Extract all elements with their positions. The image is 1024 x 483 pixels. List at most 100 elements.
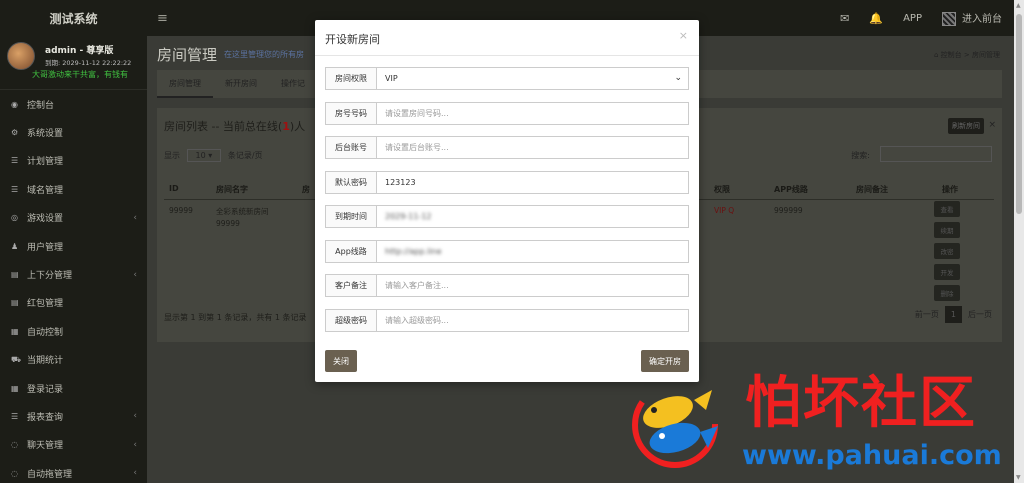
close-button[interactable]: 关闭 (325, 350, 357, 372)
renew-button[interactable]: 续期 (934, 222, 960, 238)
scroll-thumb[interactable] (1016, 14, 1022, 214)
app-line-value: http://app.line (385, 247, 442, 256)
sidebar-item[interactable]: ☰ 报表查询 ‹ (0, 402, 147, 430)
default-password-label: 默认密码 (325, 171, 376, 194)
panel-close-icon[interactable]: × (988, 120, 996, 130)
brand-logo[interactable]: 测试系统 (0, 10, 147, 27)
mail-icon[interactable]: ✉ (840, 12, 849, 25)
refresh-room-button[interactable]: 刷新房间 (948, 118, 984, 134)
page-size-value: 10 (195, 151, 206, 160)
col-permission[interactable]: 权限 (714, 184, 730, 195)
next-page-button[interactable]: 后一页 (968, 309, 992, 320)
scroll-down-arrow-icon[interactable]: ▼ (1016, 474, 1021, 481)
tab-operation-log[interactable]: 操作记 (269, 70, 317, 98)
default-password-input[interactable] (376, 171, 689, 194)
breadcrumb-home[interactable]: 控制台 (941, 51, 962, 59)
sidebar-item[interactable]: ⛟ 当期统计 (0, 346, 147, 374)
pagination: 前一页 1 后一页 (915, 306, 992, 323)
field-super-password: 超级密码 (325, 309, 689, 332)
sidebar-item-label: 自动控制 (27, 327, 64, 338)
modal-close-icon[interactable]: × (679, 29, 688, 42)
table-icon: ▦ (11, 383, 19, 393)
sidebar-item[interactable]: ☰ 计划管理 (0, 147, 147, 175)
delete-button[interactable]: 删除 (934, 285, 960, 301)
sidebar-item[interactable]: ▤ 红包管理 (0, 289, 147, 317)
cell-app-line: 999999 (774, 206, 803, 215)
top-right-actions: ✉ 🔔 APP 进入前台 (840, 0, 1002, 36)
sidebar-item[interactable]: ▦ 登录记录 (0, 374, 147, 402)
chevron-down-icon: ▾ (208, 151, 213, 160)
announcement-marquee: 大哥激动来干共富，有钱有 (32, 70, 128, 79)
scroll-up-arrow-icon[interactable]: ▲ (1016, 2, 1021, 9)
sidebar-item[interactable]: ◉ 控制台 (0, 90, 147, 118)
chevron-down-icon: ⌄ (674, 73, 682, 83)
admin-account-input[interactable] (376, 136, 689, 159)
page-subtitle: 在这里管理您的所有房 (224, 50, 304, 59)
user-icon: ♟ (11, 241, 19, 251)
sidebar-item-label: 聊天管理 (27, 441, 64, 452)
panel-title-suffix: )人 (289, 120, 306, 133)
super-password-input[interactable] (376, 309, 689, 332)
view-button[interactable]: 查看 (934, 201, 960, 217)
search-input[interactable] (880, 146, 992, 162)
room-number-input[interactable] (376, 102, 689, 125)
sidebar-item-label: 域名管理 (27, 185, 64, 196)
modal-title: 开设新房间 (325, 33, 380, 46)
search-label: 搜索: (851, 151, 870, 160)
bell-icon[interactable]: 🔔 (869, 12, 883, 25)
tab-room-manage[interactable]: 房间管理 (157, 70, 213, 98)
show-label: 显示 (164, 151, 180, 160)
col-id[interactable]: ID (169, 184, 179, 193)
sidebar-item[interactable]: ♟ 用户管理 (0, 232, 147, 260)
sidebar-item-label: 系统设置 (27, 129, 64, 140)
col-room-name[interactable]: 房间名字 (216, 184, 248, 195)
current-page-button[interactable]: 1 (944, 306, 962, 323)
develop-button[interactable]: 开发 (934, 264, 960, 280)
chat-icon: ◌ (11, 440, 18, 450)
table-footer-info: 显示第 1 到第 1 条记录，共有 1 条记录 (164, 313, 307, 322)
customer-note-label: 客户备注 (325, 274, 376, 297)
page-size-row: 显示 10 ▾ 条记录/页 (164, 149, 263, 162)
sidebar-item-label: 自动拖管理 (27, 469, 73, 480)
field-customer-note: 客户备注 (325, 274, 689, 297)
prev-page-button[interactable]: 前一页 (915, 309, 939, 320)
qr-code-icon (942, 12, 956, 26)
room-permission-select[interactable]: VIP ⌄ (376, 67, 689, 90)
page-size-select[interactable]: 10 ▾ (186, 149, 222, 162)
list-icon: ☰ (11, 156, 19, 166)
app-line-input[interactable]: http://app.line (376, 240, 689, 263)
sidebar-item[interactable]: ⚙ 系统设置 (0, 118, 147, 146)
page-scrollbar[interactable]: ▲ ▼ (1014, 0, 1024, 483)
sidebar-item[interactable]: ▤ 上下分管理 ‹ (0, 260, 147, 288)
col-room[interactable]: 房 (302, 184, 310, 195)
cell-id: 99999 (169, 206, 193, 215)
field-room-permission: 房间权限 VIP ⌄ (325, 67, 689, 90)
sidebar-nav: ◉ 控制台 ⚙ 系统设置 ☰ 计划管理 ☰ 域名管理 ◎ 游戏设置 ‹ ♟ 用户管理 ▤ 上下分管理 ‹ ▤ 红包… (0, 90, 147, 483)
open-room-modal: 开设新房间 × 房间权限 VIP ⌄ 房号号码 后台账号 默认密码 到期时间 2… (315, 20, 699, 382)
app-link[interactable]: APP (903, 13, 922, 24)
chevron-left-icon: ‹ (133, 269, 137, 280)
super-password-label: 超级密码 (325, 309, 376, 332)
panel-title-prefix: 房间列表 -- 当前总在线( (164, 120, 283, 133)
enter-frontend-link[interactable]: 进入前台 (942, 10, 1002, 26)
tab-new-room[interactable]: 新开房间 (213, 70, 269, 98)
customer-note-input[interactable] (376, 274, 689, 297)
breadcrumb-current: 房间管理 (972, 51, 1000, 59)
sidebar-item[interactable]: ◌ 聊天管理 ‹ (0, 431, 147, 459)
dashboard-icon: ◉ (11, 99, 18, 109)
change-password-button[interactable]: 改密 (934, 243, 960, 259)
row-operations: 查看 续期 改密 开发 删除 (934, 201, 960, 306)
col-room-note[interactable]: 房间备注 (856, 184, 888, 195)
expiry-time-input[interactable]: 2029-11-12 (376, 205, 689, 228)
sidebar-item[interactable]: ▦ 自动控制 (0, 317, 147, 345)
avatar[interactable] (7, 42, 35, 70)
sidebar-item[interactable]: ◎ 游戏设置 ‹ (0, 204, 147, 232)
enter-frontend-label: 进入前台 (962, 14, 1002, 25)
user-panel: admin - 尊享版 到期: 2029-11-12 22:22:22 大哥激动… (0, 36, 147, 90)
col-app-line[interactable]: APP线路 (774, 184, 808, 195)
sidebar-item-label: 计划管理 (27, 157, 64, 168)
sidebar-item[interactable]: ☰ 域名管理 (0, 175, 147, 203)
sidebar-item[interactable]: ◌ 自动拖管理 ‹ (0, 459, 147, 483)
menu-toggle-icon[interactable]: ≡ (157, 11, 168, 26)
confirm-open-room-button[interactable]: 确定开房 (641, 350, 689, 372)
